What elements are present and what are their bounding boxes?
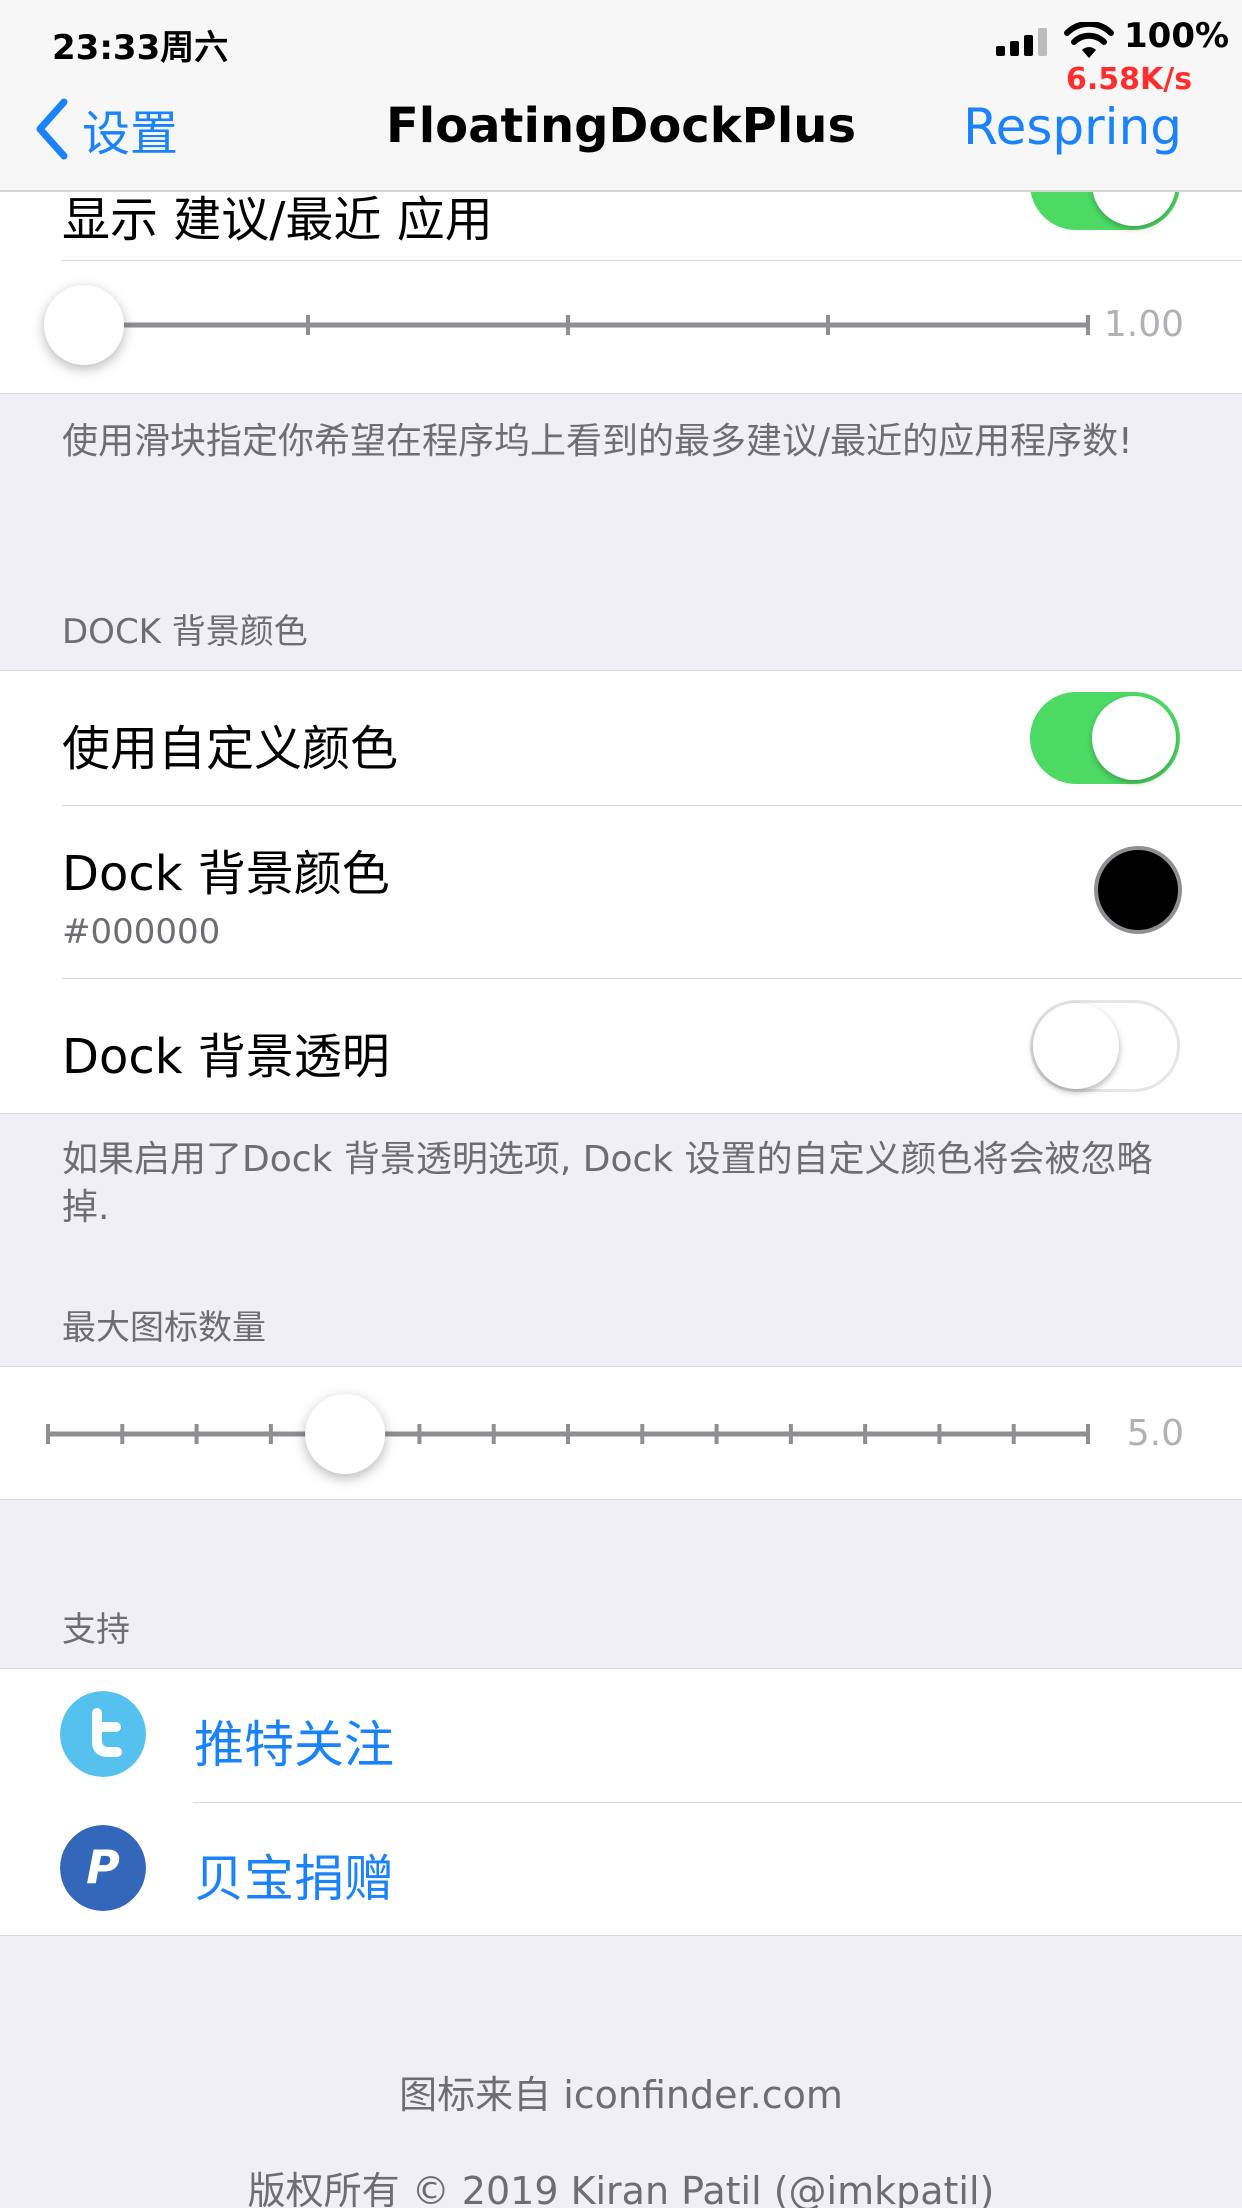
back-button-label: 设置 <box>82 106 179 162</box>
wifi-icon <box>1064 22 1114 58</box>
copyright-text: 版权所有 © 2019 Kiran Patil (@imkpatil) <box>247 2169 995 2208</box>
support-group: 推特关注 P 贝宝捐赠 <box>0 1668 1242 1936</box>
max-icons-section-header: 最大图标数量 <box>62 1308 266 1348</box>
toggle-knob <box>1092 696 1176 780</box>
suggestions-slider-value: 1.00 <box>1103 304 1184 345</box>
toggle-knob <box>1033 1003 1119 1089</box>
respring-button[interactable]: Respring <box>963 98 1182 156</box>
paypal-donate-row[interactable]: P 贝宝捐赠 <box>0 1803 1242 1936</box>
suggestions-count-slider[interactable] <box>40 270 1100 380</box>
paypal-donate-link[interactable]: 贝宝捐赠 <box>194 1839 394 1911</box>
custom-color-toggle[interactable] <box>1030 692 1180 784</box>
slider-thumb <box>44 285 124 365</box>
battery-percentage: 100% <box>1124 16 1230 56</box>
svg-text:P: P <box>86 1840 120 1894</box>
dock-color-footer: 如果启用了Dock 背景透明选项, Dock 设置的自定义颜色将会被忽略掉. <box>62 1139 1153 1228</box>
custom-color-label: 使用自定义颜色 <box>62 721 399 777</box>
dock-transparent-row[interactable]: Dock 背景透明 <box>0 979 1242 1113</box>
dock-bg-color-label: Dock 背景颜色 <box>62 846 390 902</box>
max-icons-slider-value: 5.0 <box>1126 1413 1184 1454</box>
back-button[interactable]: 设置 <box>34 94 178 164</box>
cellular-signal-icon <box>996 28 1047 56</box>
twitter-bird-icon <box>60 1691 146 1777</box>
twitter-follow-row[interactable]: 推特关注 <box>0 1669 1242 1802</box>
custom-color-row[interactable]: 使用自定义颜色 <box>0 671 1242 805</box>
chevron-left-icon <box>36 98 68 160</box>
max-icons-slider[interactable] <box>40 1379 1100 1489</box>
paypal-icon: P <box>60 1825 146 1911</box>
slider-thumb <box>305 1394 386 1474</box>
network-speed: 6.58K/s <box>1066 62 1193 97</box>
navigation-bar: 23:33周六 100% 6.58K/s 设置 FloatingDockPlus… <box>0 0 1242 192</box>
dock-color-group: 使用自定义颜色 Dock 背景颜色 #000000 Dock 背景透明 <box>0 670 1242 1114</box>
suggestions-footer: 使用滑块指定你希望在程序坞上看到的最多建议/最近的应用程序数! <box>62 421 1133 462</box>
row-divider <box>62 260 1242 261</box>
dock-bg-color-row[interactable]: Dock 背景颜色 #000000 <box>0 806 1242 978</box>
dock-bg-color-hex: #000000 <box>62 912 221 952</box>
dock-transparent-toggle[interactable] <box>1030 1000 1180 1092</box>
support-section-header: 支持 <box>62 1610 130 1650</box>
dock-color-section-header: DOCK 背景颜色 <box>62 612 308 652</box>
twitter-follow-link[interactable]: 推特关注 <box>194 1705 394 1777</box>
dock-transparent-label: Dock 背景透明 <box>62 1029 390 1085</box>
max-icons-group: 5.0 <box>0 1366 1242 1500</box>
status-time: 23:33周六 <box>52 28 229 68</box>
color-swatch[interactable] <box>1094 846 1182 934</box>
icons-credit: 图标来自 iconfinder.com <box>399 2073 843 2117</box>
